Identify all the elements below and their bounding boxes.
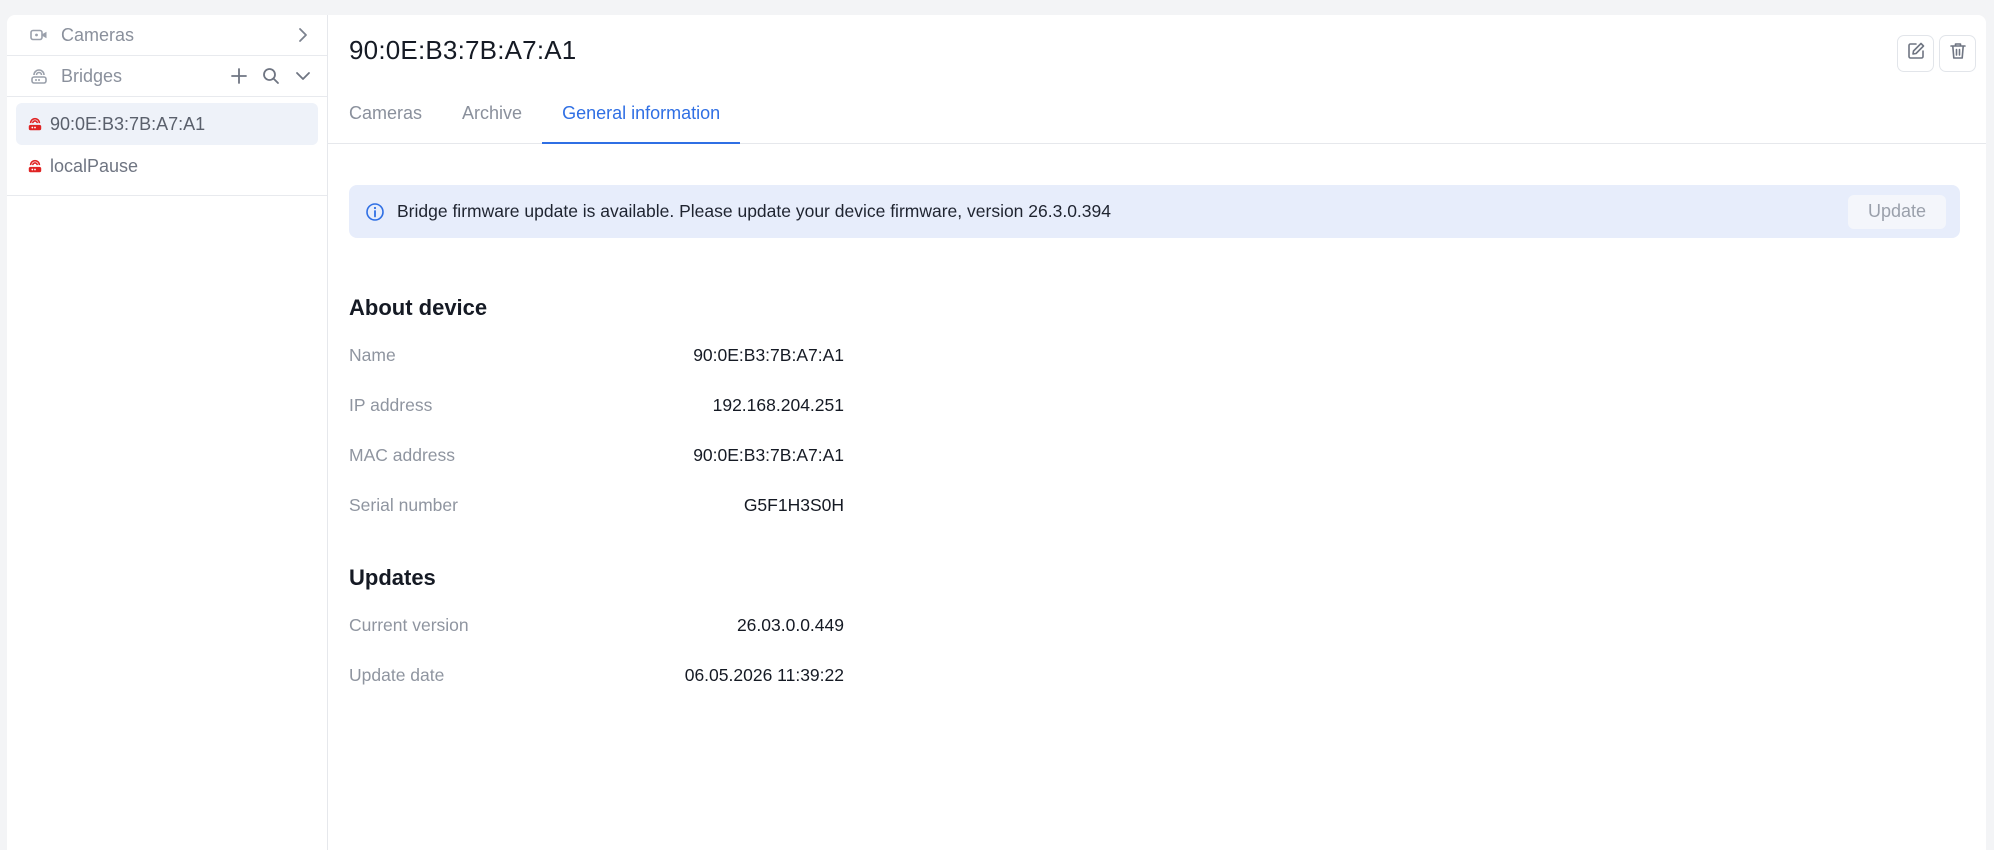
info-icon bbox=[365, 202, 385, 222]
bridge-item[interactable]: localPause bbox=[16, 145, 318, 187]
tab-archive[interactable]: Archive bbox=[462, 83, 522, 143]
chevron-right-icon[interactable] bbox=[291, 23, 315, 47]
info-row-update-date: Update date 06.05.2026 11:39:22 bbox=[349, 665, 844, 686]
info-label: Update date bbox=[349, 665, 445, 685]
info-value: 90:0E:B3:7B:A7:A1 bbox=[693, 445, 844, 465]
updates-title: Updates bbox=[349, 565, 436, 590]
tab-cameras[interactable]: Cameras bbox=[349, 83, 422, 143]
tab-general-information[interactable]: General information bbox=[542, 83, 741, 144]
info-row-current-version: Current version 26.03.0.0.449 bbox=[349, 615, 844, 636]
sidebar: Cameras Bridges 90:0E:B3:7B:A7:A1 localP… bbox=[7, 15, 328, 850]
info-value: 90:0E:B3:7B:A7:A1 bbox=[693, 345, 844, 365]
info-label: Serial number bbox=[349, 495, 458, 515]
info-row-ip-address: IP address 192.168.204.251 bbox=[349, 395, 844, 416]
bridge-offline-icon bbox=[26, 115, 44, 133]
header-actions bbox=[1897, 35, 1976, 72]
bridge-item-label: 90:0E:B3:7B:A7:A1 bbox=[50, 113, 206, 134]
plus-icon[interactable] bbox=[227, 64, 251, 88]
firmware-update-banner: Bridge firmware update is available. Ple… bbox=[349, 185, 1960, 238]
bridge-item-label: localPause bbox=[50, 155, 139, 176]
info-label: MAC address bbox=[349, 445, 456, 465]
main-panel: 90:0E:B3:7B:A7:A1 Cameras Archive Genera… bbox=[328, 15, 1986, 850]
edit-button[interactable] bbox=[1897, 35, 1934, 72]
trash-icon bbox=[1948, 41, 1968, 66]
sidebar-section-bridges[interactable]: Bridges bbox=[7, 56, 327, 97]
sidebar-section-cameras[interactable]: Cameras bbox=[7, 15, 327, 56]
update-button[interactable]: Update bbox=[1847, 194, 1946, 229]
page-title: 90:0E:B3:7B:A7:A1 bbox=[349, 35, 577, 65]
camera-icon bbox=[29, 25, 49, 45]
bridge-list: 90:0E:B3:7B:A7:A1 localPause bbox=[7, 97, 327, 196]
bridge-item[interactable]: 90:0E:B3:7B:A7:A1 bbox=[16, 103, 318, 145]
bridge-icon bbox=[29, 66, 49, 86]
info-value: 26.03.0.0.449 bbox=[736, 615, 844, 635]
banner-message: Bridge firmware update is available. Ple… bbox=[397, 201, 1111, 221]
main-header: 90:0E:B3:7B:A7:A1 Cameras Archive Genera… bbox=[328, 15, 1986, 144]
tab-bar: Cameras Archive General information bbox=[349, 83, 780, 144]
info-value: 06.05.2026 11:39:22 bbox=[684, 665, 844, 685]
chevron-down-icon[interactable] bbox=[291, 64, 315, 88]
info-label: IP address bbox=[349, 395, 433, 415]
info-row-mac-address: MAC address 90:0E:B3:7B:A7:A1 bbox=[349, 445, 844, 466]
bridge-offline-icon bbox=[26, 157, 44, 175]
delete-button[interactable] bbox=[1939, 35, 1976, 72]
info-value: 192.168.204.251 bbox=[712, 395, 844, 415]
info-row-serial-number: Serial number G5F1H3S0H bbox=[349, 495, 844, 516]
about-device-title: About device bbox=[349, 295, 488, 320]
info-value: G5F1H3S0H bbox=[743, 495, 844, 515]
app-window: Cameras Bridges 90:0E:B3:7B:A7:A1 localP… bbox=[7, 15, 1986, 850]
edit-icon bbox=[1906, 41, 1926, 66]
info-label: Current version bbox=[349, 615, 469, 635]
info-label: Name bbox=[349, 345, 396, 365]
sidebar-cameras-label: Cameras bbox=[61, 24, 135, 45]
info-row-name: Name 90:0E:B3:7B:A7:A1 bbox=[349, 345, 844, 366]
search-icon[interactable] bbox=[259, 64, 283, 88]
sidebar-bridges-label: Bridges bbox=[61, 65, 123, 86]
